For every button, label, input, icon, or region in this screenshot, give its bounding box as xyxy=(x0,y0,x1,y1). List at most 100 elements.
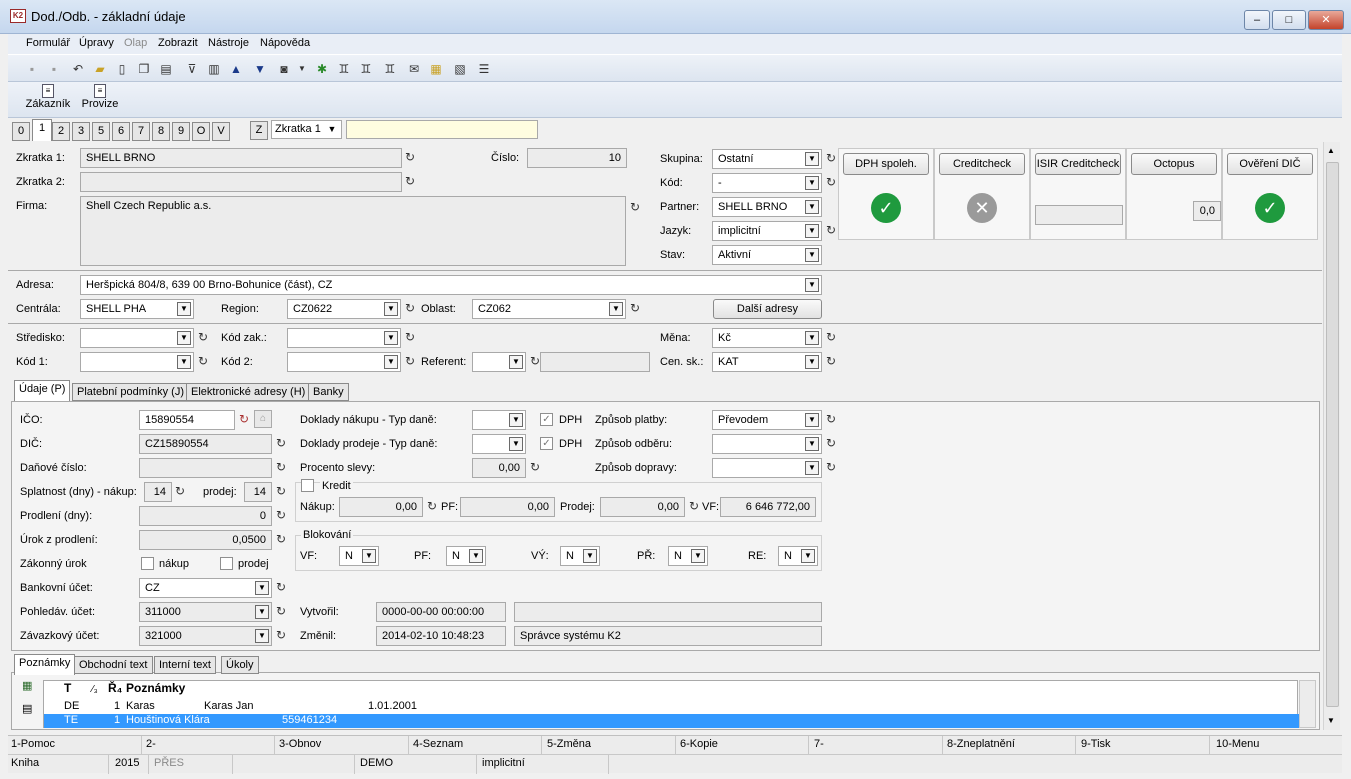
edit-note-icon[interactable]: ▤ xyxy=(22,702,36,716)
oblast-select[interactable]: CZ062 ▼ xyxy=(472,299,626,319)
history-icon[interactable]: ↻ xyxy=(826,354,836,368)
tab-elektronicke-adresy[interactable]: Elektronické adresy (H) xyxy=(186,383,311,401)
history-icon[interactable]: ↻ xyxy=(175,484,185,498)
shortcut-search-input[interactable] xyxy=(346,120,538,139)
ico-field[interactable]: 15890554 xyxy=(139,410,235,430)
book-icon[interactable]: ▤ xyxy=(158,61,174,77)
history-icon[interactable]: ↻ xyxy=(826,175,836,189)
history-icon[interactable]: ↻ xyxy=(530,354,540,368)
doklady-prodej-select[interactable]: ▼ xyxy=(472,434,526,454)
kredit-checkbox[interactable] xyxy=(301,479,314,492)
pohledav-select[interactable]: 311000 ▼ xyxy=(139,602,272,622)
tab-z-button[interactable]: Z xyxy=(250,121,268,140)
cislo-field[interactable]: 10 xyxy=(527,148,627,168)
scroll-up-icon[interactable]: ▲ xyxy=(1327,146,1335,155)
region-select[interactable]: CZ0622 ▼ xyxy=(287,299,401,319)
history-icon[interactable]: ↻ xyxy=(239,412,249,426)
lookup-icon[interactable]: ⌂ xyxy=(254,410,272,428)
centrala-select[interactable]: SHELL PHA ▼ xyxy=(80,299,194,319)
kredit-prodej-field[interactable]: 0,00 xyxy=(600,497,685,517)
main-scrollbar[interactable]: ▲ ▼ xyxy=(1323,142,1340,730)
history-icon[interactable]: ↻ xyxy=(276,628,286,642)
blok-pf-select[interactable]: N ▼ xyxy=(446,546,486,566)
camera-icon[interactable]: ◙ xyxy=(276,61,292,77)
history-icon[interactable]: ↻ xyxy=(276,580,286,594)
history-icon[interactable]: ↻ xyxy=(405,330,415,344)
urok-field[interactable]: 0,0500 xyxy=(139,530,272,550)
open-folder-icon[interactable]: ▰ xyxy=(92,61,108,77)
filter-edit-icon[interactable]: ▥ xyxy=(206,61,222,77)
dph-spoleh-button[interactable]: DPH spoleh. xyxy=(843,153,929,175)
kodzak-select[interactable]: ▼ xyxy=(287,328,401,348)
history-icon[interactable]: ↻ xyxy=(276,508,286,522)
zpusob-odberu-select[interactable]: ▼ xyxy=(712,434,822,454)
fkey-10[interactable]: 10-Menu xyxy=(1216,738,1259,750)
customer-button[interactable]: ≡ Zákazník xyxy=(24,84,72,110)
stredisko-select[interactable]: ▼ xyxy=(80,328,194,348)
menu-nastroje[interactable]: Nástroje xyxy=(208,37,249,49)
maximize-button[interactable]: □ xyxy=(1272,10,1306,30)
splatnost-prodej-field[interactable]: 14 xyxy=(244,482,272,502)
undo-icon[interactable]: ↶ xyxy=(70,61,86,77)
shortcut-select[interactable]: Zkratka 1 ▼ xyxy=(271,120,342,139)
zkratka2-field[interactable] xyxy=(80,172,402,192)
menu-zobrazit[interactable]: Zobrazit xyxy=(158,37,198,49)
kredit-vf-field[interactable]: 6 646 772,00 xyxy=(720,497,816,517)
blok-vy-select[interactable]: N ▼ xyxy=(560,546,600,566)
grid-header-poznamky[interactable]: Poznámky xyxy=(126,681,185,695)
tab-platebni-podminky[interactable]: Platební podmínky (J) xyxy=(72,383,189,401)
menu-upravy[interactable]: Úpravy xyxy=(79,37,114,49)
creditcheck-button[interactable]: Creditcheck xyxy=(939,153,1025,175)
procento-field[interactable]: 0,00 xyxy=(472,458,526,478)
history-icon[interactable]: ↻ xyxy=(276,460,286,474)
fkey-1[interactable]: 1-Pomoc xyxy=(11,738,55,750)
history-icon[interactable]: ↻ xyxy=(630,301,640,315)
kod1-select[interactable]: ▼ xyxy=(80,352,194,372)
stav-select[interactable]: Aktivní ▼ xyxy=(712,245,822,265)
history-icon[interactable]: ↻ xyxy=(276,604,286,618)
filter-icon[interactable]: ⊽ xyxy=(184,61,200,77)
history-icon[interactable]: ↻ xyxy=(630,200,640,214)
blok-vf-select[interactable]: N ▼ xyxy=(339,546,379,566)
overeni-dic-button[interactable]: Ověření DIČ xyxy=(1227,153,1313,175)
history-icon[interactable]: ↻ xyxy=(826,151,836,165)
history-icon[interactable]: ↻ xyxy=(826,460,836,474)
doklady-nakup-select[interactable]: ▼ xyxy=(472,410,526,430)
fkey-2[interactable]: 2- xyxy=(146,738,156,750)
menu-formular[interactable]: Formulář xyxy=(26,37,70,49)
grid-scrollbar[interactable] xyxy=(1299,680,1316,728)
notes-icon[interactable]: ▦ xyxy=(428,61,444,77)
kod2-select[interactable]: ▼ xyxy=(287,352,401,372)
adresa-select[interactable]: Heršpická 804/8, 639 00 Brno-Bohunice (č… xyxy=(80,275,822,295)
minimize-button[interactable]: – xyxy=(1244,10,1270,30)
scroll-thumb[interactable] xyxy=(1326,162,1339,707)
history-icon[interactable]: ↻ xyxy=(530,460,540,474)
kredit-pf-field[interactable]: 0,00 xyxy=(460,497,555,517)
firma-field[interactable]: Shell Czech Republic a.s. xyxy=(80,196,626,266)
new-document-icon[interactable]: ▯ xyxy=(114,61,130,77)
history-icon[interactable]: ↻ xyxy=(405,301,415,315)
chevron-down-icon[interactable]: ▼ xyxy=(294,61,310,77)
tab-v[interactable]: V xyxy=(212,122,230,141)
kredit-nakup-field[interactable]: 0,00 xyxy=(339,497,423,517)
tab-1[interactable]: 1 xyxy=(32,119,52,141)
prodleni-field[interactable]: 0 xyxy=(139,506,272,526)
mail-icon[interactable]: ✉ xyxy=(406,61,422,77)
history-icon[interactable]: ↻ xyxy=(198,330,208,344)
tab-7[interactable]: 7 xyxy=(132,122,150,141)
history-icon[interactable]: ↻ xyxy=(276,484,286,498)
history-icon[interactable]: ↻ xyxy=(826,223,836,237)
referent-name-field[interactable] xyxy=(540,352,650,372)
tab-5[interactable]: 5 xyxy=(92,122,110,141)
dalsi-adresy-button[interactable]: Další adresy xyxy=(713,299,822,319)
tree-icon[interactable]: ✱ xyxy=(314,61,330,77)
binoculars-icon[interactable]: ♊ xyxy=(336,61,352,77)
blok-pr-select[interactable]: N ▼ xyxy=(668,546,708,566)
dph-nakup-checkbox[interactable]: ✓ xyxy=(540,413,553,426)
history-icon[interactable]: ↻ xyxy=(826,436,836,450)
partner-select[interactable]: SHELL BRNO ▼ xyxy=(712,197,822,217)
tab-interni-text[interactable]: Interní text xyxy=(154,656,216,674)
tab-udaje[interactable]: Údaje (P) xyxy=(14,380,71,401)
commission-button[interactable]: ≡ Provize xyxy=(80,84,120,110)
octopus-button[interactable]: Octopus xyxy=(1131,153,1217,175)
